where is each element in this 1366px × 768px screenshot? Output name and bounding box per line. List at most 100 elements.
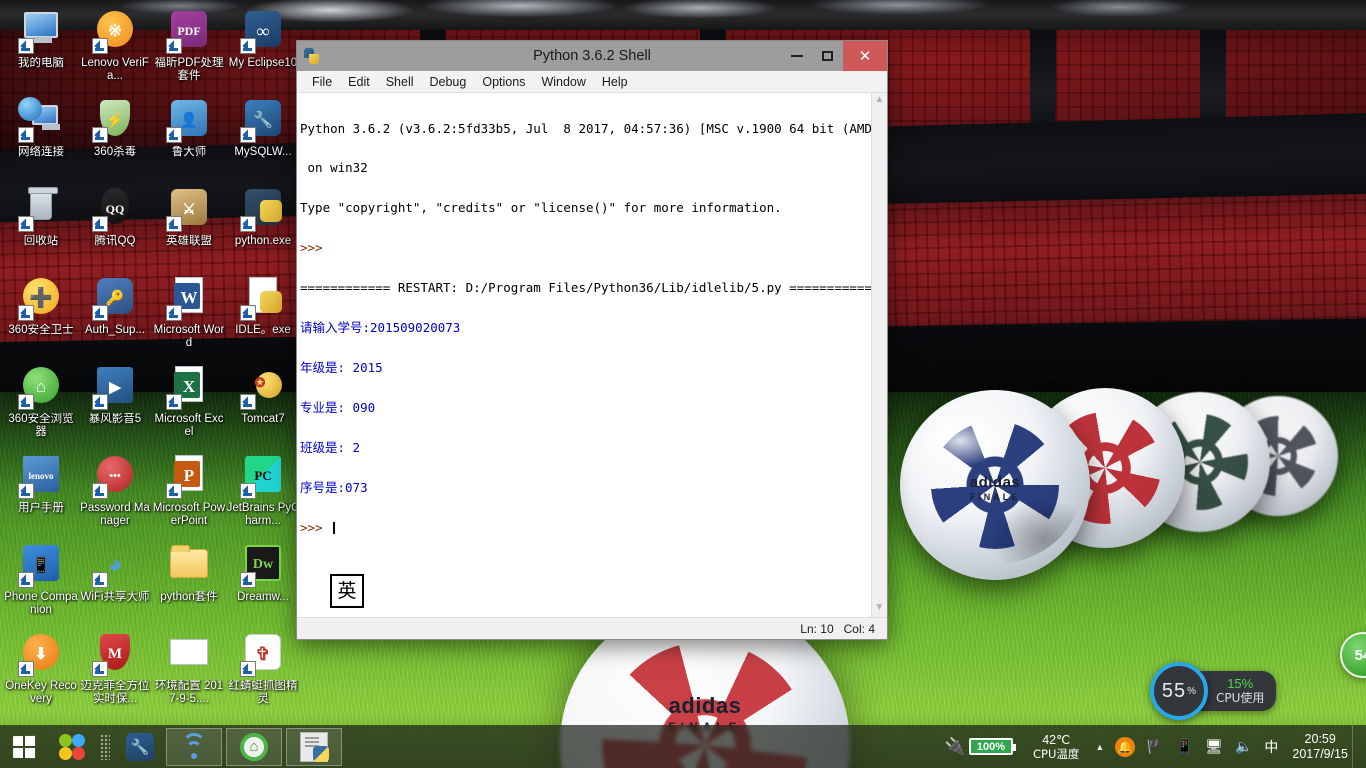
desktop-icon-microsoft-word[interactable]: W Microsoft Word: [152, 273, 226, 362]
shell-vertical-scrollbar[interactable]: ▲ ▼: [871, 93, 887, 617]
mcafee-icon: M: [92, 631, 138, 677]
console-line: 班级是: 2: [300, 439, 361, 455]
menu-options[interactable]: Options: [474, 73, 533, 91]
python-suite-folder-icon: [166, 542, 212, 588]
360-browser-icon: ⌂: [18, 364, 64, 410]
taskbar-item-color-cluster[interactable]: [50, 727, 94, 767]
console-line: 序号是:073: [300, 479, 368, 495]
desktop-icon-user-manual[interactable]: lenovo 用户手册: [4, 451, 78, 540]
volume-icon[interactable]: 🔈: [1235, 738, 1252, 755]
desktop-icon-ludashi[interactable]: 👤 鲁大师: [152, 95, 226, 184]
close-button[interactable]: ✕: [843, 41, 887, 71]
desktop-icon-microsoft-powerpoint[interactable]: P Microsoft PowerPoint: [152, 451, 226, 540]
taskbar-item-wifi-share[interactable]: [166, 727, 222, 766]
taskbar-item-python-idle[interactable]: [286, 727, 342, 766]
desktop-icon-label: 腾讯QQ: [94, 235, 136, 247]
desktop-icon-label: 回收站: [23, 235, 59, 247]
menubar[interactable]: File Edit Shell Debug Options Window Hel…: [297, 71, 887, 93]
desktop-icon-mcafee[interactable]: M 迈克菲全方位实时保...: [78, 629, 152, 718]
console-restart-line: ============ RESTART: D:/Program Files/P…: [300, 280, 871, 296]
scroll-down-arrow-icon[interactable]: ▼: [875, 601, 885, 617]
desktop-icon-recycle-bin[interactable]: 回收站: [4, 184, 78, 273]
taskbar[interactable]: 🔧 ⌂ 🔌 100% 42℃ CPU温度 ▲ 🔔 🏴 📱 🖥 🔈 中 20:59…: [0, 725, 1366, 768]
console-active-prompt[interactable]: >>>: [300, 520, 871, 534]
start-button[interactable]: [0, 725, 48, 768]
desktop-icon-lenovo-verifa[interactable]: ※ Lenovo VeriFa...: [78, 6, 152, 95]
ime-language-indicator[interactable]: 中: [1264, 737, 1278, 757]
adidas-logo: adidasFINALE: [969, 473, 1021, 502]
maximize-button[interactable]: [812, 41, 843, 71]
system-tray[interactable]: 🔌 100% 42℃ CPU温度 ▲ 🔔 🏴 📱 🖥 🔈 中 20:59 201…: [945, 725, 1366, 768]
ime-mode-indicator[interactable]: 英: [330, 574, 364, 609]
device-icon[interactable]: 📱: [1176, 738, 1193, 755]
network-icon[interactable]: 🖥: [1205, 738, 1223, 755]
desktop-icon-label: JetBrains PyCharm...: [226, 502, 300, 527]
desktop-icon-label: python套件: [160, 591, 218, 603]
menu-shell[interactable]: Shell: [378, 73, 422, 91]
taskbar-item-360-browser[interactable]: ⌂: [226, 727, 282, 766]
desktop-icon-label: Microsoft PowerPoint: [152, 502, 226, 527]
scroll-up-arrow-icon[interactable]: ▲: [875, 93, 885, 109]
desktop-icon-idle-exe[interactable]: IDLE。exe: [226, 273, 300, 362]
menu-edit[interactable]: Edit: [340, 73, 378, 91]
desktop-icon-myeclipse[interactable]: ∞ My Eclipse10: [226, 6, 300, 95]
desktop-icon-foxit-pdf[interactable]: PDF 福昕PDF处理套件: [152, 6, 226, 95]
shell-console-output[interactable]: Python 3.6.2 (v3.6.2:5fd33b5, Jul 8 2017…: [297, 93, 871, 617]
taskbar-item-mysql-workbench[interactable]: 🔧: [118, 727, 162, 767]
desktop-icon-label: Lenovo VeriFa...: [81, 57, 149, 82]
desktop-icon-phone-companion[interactable]: 📱 Phone Companion: [4, 540, 78, 629]
recycle-bin-icon: [18, 186, 64, 232]
windows-start-icon: [13, 735, 36, 758]
desktop-icon-onekey-recovery[interactable]: ⬇ OneKey Recovery: [4, 629, 78, 718]
desktop-icon-360-browser[interactable]: ⌂ 360安全浏览器: [4, 362, 78, 451]
menu-help[interactable]: Help: [594, 73, 636, 91]
desktop-icon-python-suite-folder[interactable]: python套件: [152, 540, 226, 629]
bell-icon[interactable]: 🔔: [1115, 736, 1136, 757]
show-hidden-icons-chevron-icon[interactable]: ▲: [1095, 742, 1104, 752]
menu-debug[interactable]: Debug: [422, 73, 475, 91]
desktop-icon-wifi-share-master[interactable]: ◕ WiFi共享大师: [78, 540, 152, 629]
desktop-icon-tencent-qq[interactable]: QQ 腾讯QQ: [78, 184, 152, 273]
desktop-icon-password-manager[interactable]: ••• Password Manager: [78, 451, 152, 540]
tray-clock[interactable]: 20:59 2017/9/15: [1292, 732, 1348, 762]
python-idle-icon: [300, 731, 329, 762]
desktop-icon-mysql-workbench[interactable]: 🔧 MySQLW...: [226, 95, 300, 184]
desktop-icon-league-of-legends[interactable]: ⚔ 英雄联盟: [152, 184, 226, 273]
window-titlebar[interactable]: Python 3.6.2 Shell ✕: [297, 41, 887, 71]
menu-file[interactable]: File: [304, 73, 340, 91]
minimize-button[interactable]: [781, 41, 812, 71]
foxit-pdf-icon: PDF: [166, 8, 212, 54]
desktop-icon-360-antivirus[interactable]: ⚡ 360杀毒: [78, 95, 152, 184]
tray-battery[interactable]: 🔌 100%: [945, 737, 1016, 757]
desktop-icon-auth-support[interactable]: 🔑 Auth_Sup...: [78, 273, 152, 362]
desktop-icon-microsoft-excel[interactable]: X Microsoft Excel: [152, 362, 226, 451]
desktop-icon-pycharm[interactable]: PC JetBrains PyCharm...: [226, 451, 300, 540]
cpu-usage-value: 15%: [1227, 676, 1254, 691]
desktop-icon-my-computer[interactable]: 我的电脑: [4, 6, 78, 95]
tray-cpu-temperature[interactable]: 42℃ CPU温度: [1033, 733, 1079, 761]
desktop-icon-360-safeguard[interactable]: ➕ 360安全卫士: [4, 273, 78, 362]
desktop-icon-label: Dreamw...: [237, 591, 289, 603]
desktop-icon-redragonfly-capture[interactable]: ✞ 红蜻蜓抓图精灵: [226, 629, 300, 718]
desktop-icon-tomcat7[interactable]: ✪ Tomcat7: [226, 362, 300, 451]
drag-grip-handle[interactable]: [100, 733, 110, 760]
show-desktop-button[interactable]: [1352, 725, 1360, 768]
phone-companion-icon: 📱: [18, 542, 64, 588]
desktop-icon-baofeng-player[interactable]: ▶ 暴风影音5: [78, 362, 152, 451]
menu-window[interactable]: Window: [533, 73, 593, 91]
desktop-icon-grid: 我的电脑 ※ Lenovo VeriFa... PDF 福昕PDF处理套件 ∞: [4, 6, 300, 718]
battery-percent: 100%: [976, 740, 1006, 753]
shell-body[interactable]: Python 3.6.2 (v3.6.2:5fd33b5, Jul 8 2017…: [297, 93, 887, 617]
flag-icon[interactable]: 🏴: [1146, 738, 1163, 755]
cpu-monitor-widget[interactable]: 55 % 15% CPU使用: [1150, 662, 1277, 720]
wallpaper-soccer-ball: adidas FINALE: [900, 390, 1090, 580]
console-line: Python 3.6.2 (v3.6.2:5fd33b5, Jul 8 2017…: [300, 120, 871, 136]
desktop-icon-dreamweaver[interactable]: Dw Dreamw...: [226, 540, 300, 629]
desktop-icon-network-connections[interactable]: 网络连接: [4, 95, 78, 184]
minimize-icon: [790, 55, 803, 57]
color-cluster-icon: [59, 733, 85, 760]
desktop-icon-env-config-doc[interactable]: 环境配置 2017-9-5....: [152, 629, 226, 718]
python-shell-window[interactable]: Python 3.6.2 Shell ✕ File Edit Shell Deb…: [296, 40, 888, 640]
desktop-icon-python-exe[interactable]: python.exe: [226, 184, 300, 273]
desktop[interactable]: adidasFINALE adidasFINALE 我的电脑 ※ Lenovo …: [0, 0, 1366, 768]
